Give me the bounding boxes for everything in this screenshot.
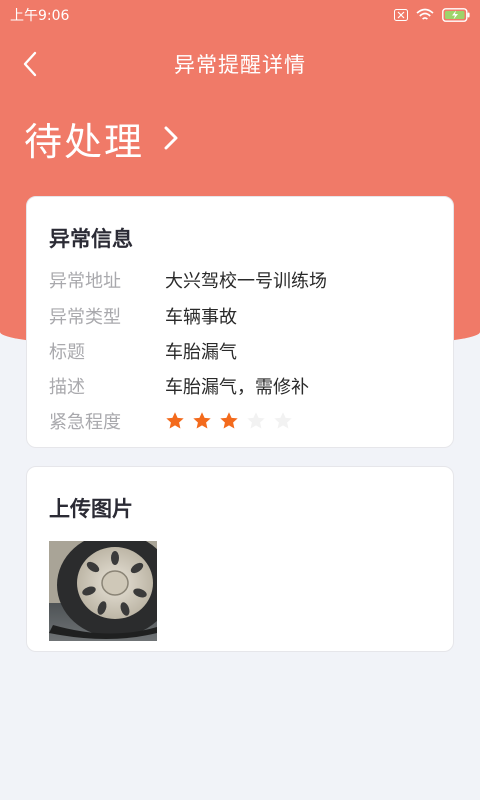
status-bar: 上午9:06 xyxy=(0,0,480,30)
card-title: 上传图片 xyxy=(49,497,133,521)
star-filled-icon xyxy=(193,412,211,429)
info-row-address: 异常地址 大兴驾校一号训练场 xyxy=(49,266,327,294)
chevron-right-icon xyxy=(162,124,180,152)
row-value: 车辆事故 xyxy=(165,307,237,328)
back-arrow-icon xyxy=(23,51,37,77)
star-filled-icon xyxy=(166,412,184,429)
status-link[interactable]: 待处理 xyxy=(24,108,180,168)
row-value: 车胎漏气，需修补 xyxy=(165,377,309,398)
row-value: 车胎漏气 xyxy=(165,342,237,363)
urgency-rating xyxy=(165,411,293,431)
star-filled-icon xyxy=(220,412,238,429)
navigation-bar: 异常提醒详情 xyxy=(0,36,480,92)
info-row-description: 描述 车胎漏气，需修补 xyxy=(49,372,309,400)
back-button[interactable] xyxy=(14,48,46,80)
row-label: 异常地址 xyxy=(49,271,121,292)
process-status: 待处理 xyxy=(24,119,145,164)
star-empty-icon xyxy=(247,412,265,429)
uploaded-photo-thumbnail[interactable] xyxy=(49,541,157,641)
info-row-title: 标题 车胎漏气 xyxy=(49,337,237,365)
row-label: 异常类型 xyxy=(49,307,121,328)
row-label: 描述 xyxy=(49,377,85,398)
row-label: 紧急程度 xyxy=(49,412,121,433)
exception-info-card: 异常信息 异常地址 大兴驾校一号训练场 异常类型 车辆事故 标题 车胎漏气 描述… xyxy=(26,196,454,448)
wifi-icon xyxy=(416,8,434,22)
battery-icon xyxy=(442,8,470,22)
info-row-type: 异常类型 车辆事故 xyxy=(49,302,237,330)
status-time: 上午9:06 xyxy=(10,8,70,24)
sim-error-icon xyxy=(394,9,408,21)
row-label: 标题 xyxy=(49,342,85,363)
info-row-urgency: 紧急程度 xyxy=(49,407,293,435)
row-value: 大兴驾校一号训练场 xyxy=(165,271,327,292)
star-empty-icon xyxy=(274,412,292,429)
card-title: 异常信息 xyxy=(49,227,133,251)
upload-images-card: 上传图片 xyxy=(26,466,454,652)
page-title: 异常提醒详情 xyxy=(174,53,306,77)
